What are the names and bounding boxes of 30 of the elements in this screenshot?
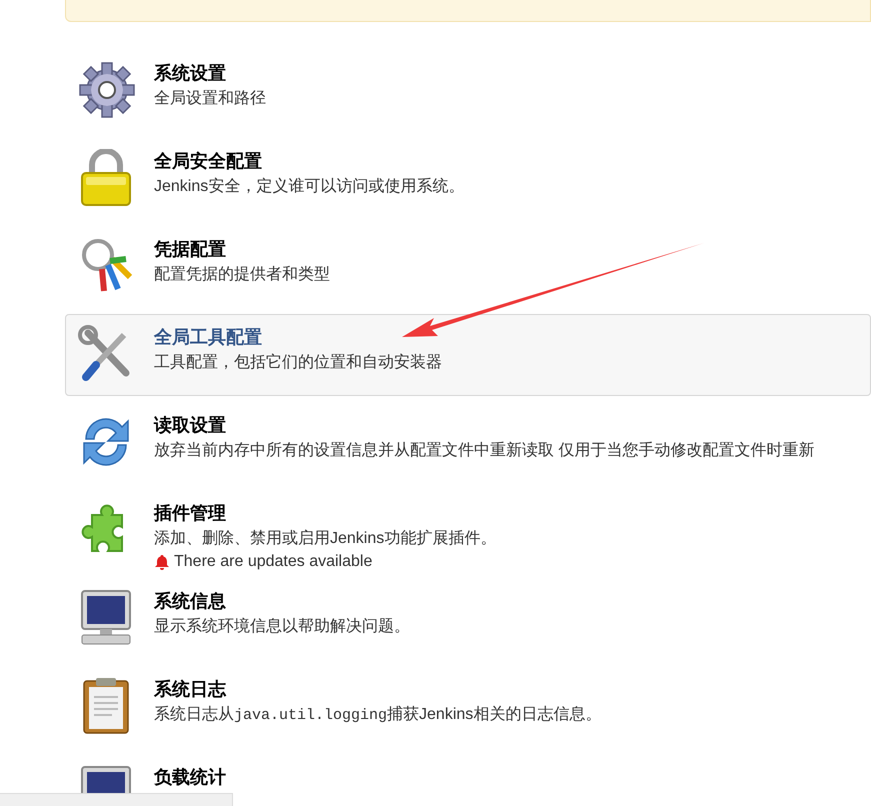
item-description: 配置凭据的提供者和类型: [154, 264, 330, 285]
menu-item[interactable]: 系统信息 显示系统环境信息以帮助解决问题。: [65, 578, 871, 660]
item-description: 全局设置和路径: [154, 88, 266, 109]
item-title[interactable]: 读取设置: [154, 411, 814, 439]
menu-item[interactable]: 全局工具配置 工具配置，包括它们的位置和自动安装器: [65, 314, 871, 396]
item-description: 工具配置，包括它们的位置和自动安装器: [154, 352, 442, 373]
item-description: 放弃当前内存中所有的设置信息并从配置文件中重新读取 仅用于当您手动修改配置文件时重新: [154, 440, 814, 461]
item-title[interactable]: 系统信息: [154, 587, 410, 615]
item-title[interactable]: 系统设置: [154, 59, 266, 87]
bell-icon: [154, 554, 170, 570]
item-description: Jenkins安全，定义谁可以访问或使用系统。: [154, 176, 464, 197]
menu-item[interactable]: 插件管理 添加、删除、禁用或启用Jenkins功能扩展插件。 There are updates available: [65, 490, 871, 572]
item-title[interactable]: 负载统计: [154, 763, 226, 791]
item-title[interactable]: 插件管理: [154, 499, 496, 527]
padlock-icon: [78, 149, 134, 207]
menu-item[interactable]: 全局安全配置 Jenkins安全，定义谁可以访问或使用系统。: [65, 138, 871, 220]
menu-item[interactable]: 读取设置 放弃当前内存中所有的设置信息并从配置文件中重新读取 仅用于当您手动修改配置文件时重新: [65, 402, 871, 484]
item-description: 显示系统环境信息以帮助解决问题。: [154, 616, 410, 637]
item-title[interactable]: 凭据配置: [154, 235, 330, 263]
menu-item[interactable]: 系统日志 系统日志从java.util.logging捕获Jenkins相关的日志信息。: [65, 666, 871, 748]
update-notice[interactable]: There are updates available: [174, 551, 372, 573]
menu-item[interactable]: 凭据配置 配置凭据的提供者和类型: [65, 226, 871, 308]
item-description: 系统日志从java.util.logging捕获Jenkins相关的日志信息。: [154, 704, 602, 726]
item-title[interactable]: 全局安全配置: [154, 147, 464, 175]
computer-icon: [78, 589, 134, 647]
menu-item[interactable]: 系统设置 全局设置和路径: [65, 50, 871, 132]
gear-icon: [78, 61, 136, 119]
item-title[interactable]: 系统日志: [154, 675, 602, 703]
item-title[interactable]: 全局工具配置: [154, 323, 442, 351]
item-description: 添加、删除、禁用或启用Jenkins功能扩展插件。: [154, 528, 496, 549]
